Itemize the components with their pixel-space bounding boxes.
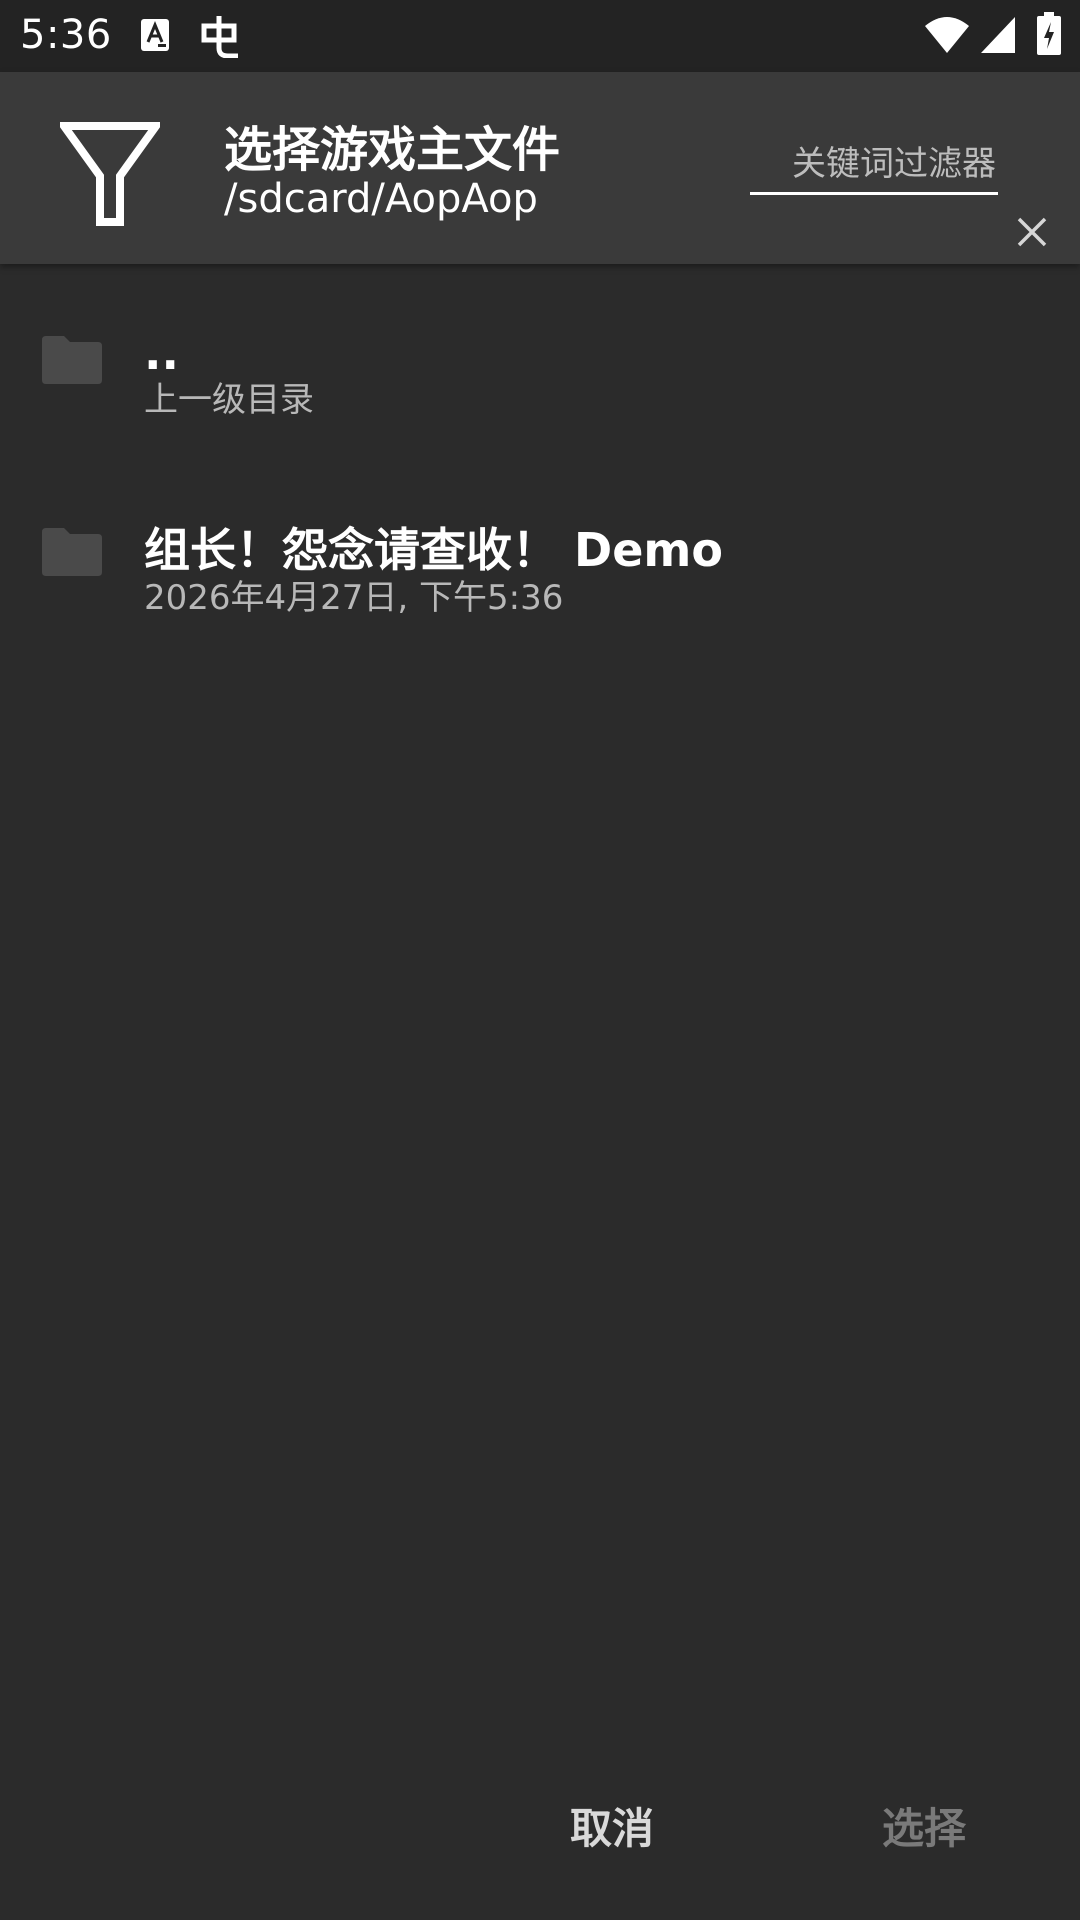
file-list: .. 上一级目录 组长！怨念请查收！ Demo 2026年4月27日, 下午5:… bbox=[0, 264, 1080, 648]
a-notification-icon bbox=[141, 19, 169, 51]
close-icon bbox=[1017, 217, 1047, 247]
select-button[interactable]: 选择 bbox=[862, 1790, 986, 1860]
wifi-icon bbox=[925, 17, 969, 53]
keyword-filter-input[interactable] bbox=[750, 136, 998, 195]
battery-charging-icon bbox=[1037, 12, 1061, 55]
folder-icon bbox=[42, 528, 102, 576]
list-item-parent-directory[interactable]: .. 上一级目录 bbox=[0, 264, 1080, 456]
folder-icon bbox=[42, 336, 102, 384]
filter-icon bbox=[60, 122, 160, 226]
page-title: 选择游戏主文件 bbox=[224, 122, 561, 178]
picker-header: 选择游戏主文件 /sdcard/AopAop bbox=[0, 72, 1080, 264]
file-picker-screen: 5:36 选择游戏主文件 /sdcard/AopAop 关键词过滤器 .. 上一… bbox=[0, 0, 1080, 1920]
list-item-folder[interactable]: 组长！怨念请查收！ Demo 2026年4月27日, 下午5:36 bbox=[0, 456, 1080, 648]
current-path: /sdcard/AopAop bbox=[224, 176, 538, 222]
cancel-button[interactable]: 取消 bbox=[550, 1790, 674, 1860]
list-item-subtitle: 上一级目录 bbox=[144, 380, 314, 420]
clear-filter-button[interactable] bbox=[1012, 212, 1052, 252]
status-time: 5:36 bbox=[20, 12, 112, 58]
list-item-subtitle: 2026年4月27日, 下午5:36 bbox=[144, 578, 564, 618]
bug-notification-icon bbox=[201, 16, 238, 58]
signal-icon bbox=[981, 17, 1015, 53]
status-bar: 5:36 bbox=[0, 0, 1080, 72]
